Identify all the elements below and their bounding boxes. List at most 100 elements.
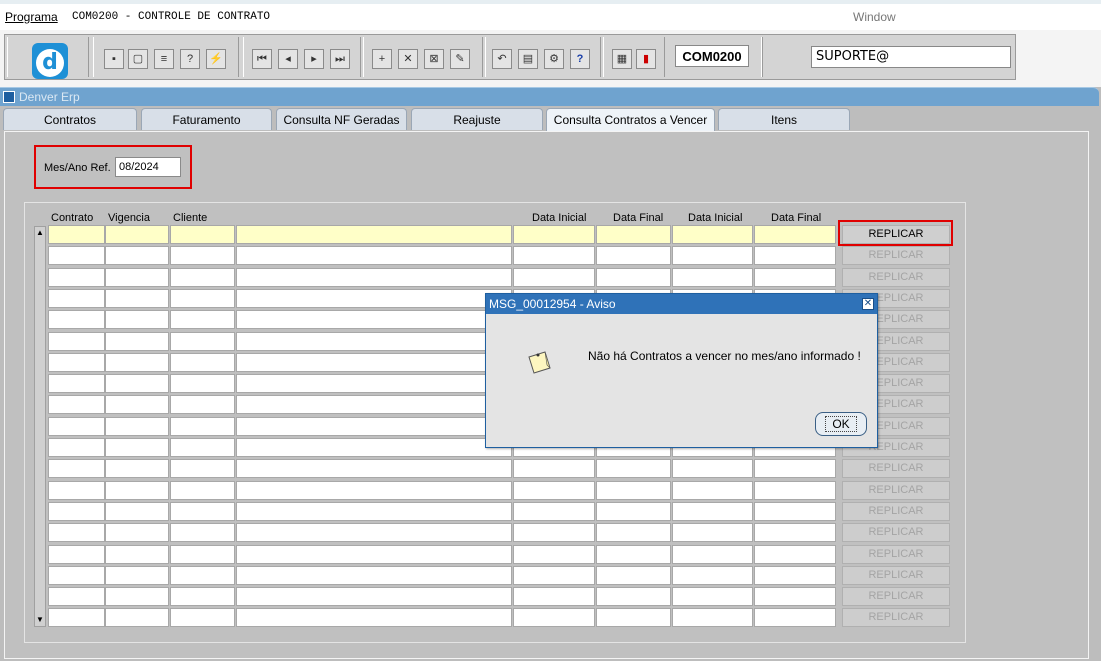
grid-cell[interactable] bbox=[170, 417, 235, 436]
grid-cell[interactable] bbox=[513, 459, 595, 478]
grid-cell[interactable] bbox=[170, 502, 235, 521]
grid-cell[interactable] bbox=[105, 310, 169, 329]
tab-itens[interactable]: Itens bbox=[718, 108, 850, 130]
grid-cell[interactable] bbox=[754, 545, 836, 564]
grid-cell[interactable] bbox=[170, 545, 235, 564]
window-icon[interactable]: ▢ bbox=[128, 49, 148, 69]
grid-cell[interactable] bbox=[596, 587, 671, 606]
grid-cell[interactable] bbox=[513, 608, 595, 627]
grid-cell[interactable] bbox=[513, 246, 595, 265]
grid-cell[interactable] bbox=[236, 332, 512, 351]
edit-icon[interactable]: ✎ bbox=[450, 49, 470, 69]
grid-cell[interactable] bbox=[754, 268, 836, 287]
tab-consulta-nf-geradas[interactable]: Consulta NF Geradas bbox=[276, 108, 407, 130]
first-record-icon[interactable]: ⏮ bbox=[252, 49, 272, 69]
grid-cell[interactable] bbox=[48, 545, 105, 564]
grid-cell[interactable] bbox=[672, 502, 753, 521]
grid-cell[interactable] bbox=[754, 502, 836, 521]
grid-cell[interactable] bbox=[170, 374, 235, 393]
replicar-button[interactable]: REPLICAR bbox=[842, 268, 950, 287]
help-icon[interactable]: ? bbox=[570, 49, 590, 69]
ok-button[interactable]: OK bbox=[815, 412, 867, 436]
grid-scrollbar[interactable]: ▲ ▼ bbox=[34, 226, 46, 627]
grid-cell[interactable] bbox=[170, 310, 235, 329]
grid-cell[interactable] bbox=[105, 395, 169, 414]
close-icon[interactable]: ✕ bbox=[862, 298, 874, 310]
grid-cell[interactable] bbox=[672, 246, 753, 265]
grid-cell[interactable] bbox=[754, 481, 836, 500]
grid-cell[interactable] bbox=[48, 608, 105, 627]
exit-icon[interactable]: ▮ bbox=[636, 49, 656, 69]
grid-cell[interactable] bbox=[48, 438, 105, 457]
undo-icon[interactable]: ↶ bbox=[492, 49, 512, 69]
grid-cell[interactable] bbox=[170, 332, 235, 351]
clear-record-icon[interactable]: ⊠ bbox=[424, 49, 444, 69]
grid-cell[interactable] bbox=[170, 459, 235, 478]
grid-cell[interactable] bbox=[236, 225, 512, 244]
print-icon[interactable]: ≡ bbox=[154, 49, 174, 69]
grid-cell[interactable] bbox=[48, 353, 105, 372]
grid-cell[interactable] bbox=[48, 417, 105, 436]
grid-cell[interactable] bbox=[513, 545, 595, 564]
grid-cell[interactable] bbox=[754, 587, 836, 606]
replicar-button[interactable]: REPLICAR bbox=[842, 523, 950, 542]
help-query-icon[interactable]: ? bbox=[180, 49, 200, 69]
replicar-button[interactable]: REPLICAR bbox=[842, 587, 950, 606]
grid-cell[interactable] bbox=[596, 225, 671, 244]
grid-cell[interactable] bbox=[513, 587, 595, 606]
grid-cell[interactable] bbox=[596, 523, 671, 542]
grid-cell[interactable] bbox=[170, 353, 235, 372]
grid-cell[interactable] bbox=[170, 395, 235, 414]
grid-cell[interactable] bbox=[48, 395, 105, 414]
tab-faturamento[interactable]: Faturamento bbox=[141, 108, 272, 130]
grid-cell[interactable] bbox=[105, 353, 169, 372]
grid-cell[interactable] bbox=[513, 566, 595, 585]
grid-cell[interactable] bbox=[48, 523, 105, 542]
grid-cell[interactable] bbox=[596, 608, 671, 627]
grid-cell[interactable] bbox=[170, 523, 235, 542]
grid-cell[interactable] bbox=[105, 566, 169, 585]
next-record-icon[interactable]: ▸ bbox=[304, 49, 324, 69]
grid-cell[interactable] bbox=[170, 246, 235, 265]
grid-cell[interactable] bbox=[672, 481, 753, 500]
grid-cell[interactable] bbox=[48, 246, 105, 265]
grid-cell[interactable] bbox=[170, 225, 235, 244]
tab-consulta-contratos-a-vencer[interactable]: Consulta Contratos a Vencer bbox=[546, 108, 715, 131]
grid-cell[interactable] bbox=[672, 523, 753, 542]
save-icon[interactable]: ▪ bbox=[104, 49, 124, 69]
grid-cell[interactable] bbox=[105, 332, 169, 351]
grid-cell[interactable] bbox=[513, 523, 595, 542]
grid-cell[interactable] bbox=[105, 459, 169, 478]
grid-cell[interactable] bbox=[672, 268, 753, 287]
grid-cell[interactable] bbox=[236, 395, 512, 414]
grid-cell[interactable] bbox=[105, 523, 169, 542]
delete-record-icon[interactable]: ✕ bbox=[398, 49, 418, 69]
tab-contratos[interactable]: Contratos bbox=[3, 108, 137, 130]
grid-cell[interactable] bbox=[105, 268, 169, 287]
grid-cell[interactable] bbox=[596, 545, 671, 564]
grid-cell[interactable] bbox=[48, 587, 105, 606]
replicar-button[interactable]: REPLICAR bbox=[842, 246, 950, 265]
replicar-button[interactable]: REPLICAR bbox=[842, 459, 950, 478]
grid-cell[interactable] bbox=[236, 545, 512, 564]
grid-cell[interactable] bbox=[596, 481, 671, 500]
menu-programa[interactable]: Programa bbox=[5, 10, 58, 24]
grid-cell[interactable] bbox=[48, 289, 105, 308]
grid-cell[interactable] bbox=[170, 481, 235, 500]
grid-cell[interactable] bbox=[513, 481, 595, 500]
grid-cell[interactable] bbox=[236, 268, 512, 287]
grid-cell[interactable] bbox=[513, 225, 595, 244]
grid-cell[interactable] bbox=[48, 481, 105, 500]
previous-record-icon[interactable]: ◂ bbox=[278, 49, 298, 69]
grid-cell[interactable] bbox=[48, 310, 105, 329]
grid-cell[interactable] bbox=[513, 268, 595, 287]
grid-cell[interactable] bbox=[754, 608, 836, 627]
grid-cell[interactable] bbox=[596, 459, 671, 478]
grid-cell[interactable] bbox=[105, 587, 169, 606]
grid-cell[interactable] bbox=[754, 566, 836, 585]
grid-cell[interactable] bbox=[105, 417, 169, 436]
grid-cell[interactable] bbox=[48, 459, 105, 478]
grid-cell[interactable] bbox=[236, 481, 512, 500]
grid-cell[interactable] bbox=[754, 246, 836, 265]
grid-cell[interactable] bbox=[105, 438, 169, 457]
